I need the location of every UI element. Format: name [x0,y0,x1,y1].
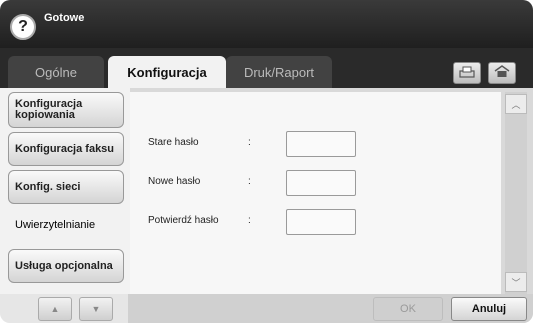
chevron-down-icon: ﹀ [511,277,521,288]
scrollbar[interactable] [505,92,527,294]
cancel-button[interactable]: Anuluj [451,297,527,321]
nav-down-button[interactable]: ▼ [79,297,113,321]
new-password-input[interactable] [286,170,356,196]
tab-konfiguracja[interactable]: Konfiguracja [108,56,226,88]
new-password-label: Nowe hasło [148,176,201,187]
scroll-down-button[interactable]: ﹀ [505,272,527,292]
ok-button[interactable]: OK [373,297,443,321]
title-bar: ? Gotowe [0,0,533,48]
triangle-up-icon: ▲ [50,304,60,314]
home-button[interactable] [488,62,516,84]
status-text: Gotowe [44,12,85,24]
sidebar-item-uwierzytelnianie[interactable]: Uwierzytelnianie [8,208,124,242]
chevron-up-icon: ︿ [511,99,521,110]
old-password-input[interactable] [286,131,356,157]
tab-druk-raport[interactable]: Druk/Raport [226,56,332,88]
old-password-colon: : [248,137,251,148]
screen: ? Gotowe Ogólne Konfiguracja Druk/Raport… [0,0,533,323]
old-password-label: Stare hasło [148,137,199,148]
job-status-button[interactable] [453,62,481,84]
job-status-icon [459,66,475,81]
new-password-colon: : [248,176,251,187]
confirm-password-label: Potwierdź hasło [148,215,219,226]
sidebar-item-usluga-opcjonalna[interactable]: Usługa opcjonalna [8,249,124,283]
home-icon [494,65,510,81]
sidebar-item-konfiguracja-faksu[interactable]: Konfiguracja faksu [8,132,124,166]
nav-up-button[interactable]: ▲ [38,297,72,321]
help-icon[interactable]: ? [10,14,36,40]
triangle-down-icon: ▼ [91,304,101,314]
scroll-up-button[interactable]: ︿ [505,94,527,114]
confirm-password-input[interactable] [286,209,356,235]
sidebar-item-konfig-sieci[interactable]: Konfig. sieci [8,170,124,204]
confirm-password-colon: : [248,215,251,226]
sidebar-item-konfiguracja-kopiowania[interactable]: Konfiguracja kopiowania [8,92,124,128]
tab-ogolne[interactable]: Ogólne [8,56,104,88]
